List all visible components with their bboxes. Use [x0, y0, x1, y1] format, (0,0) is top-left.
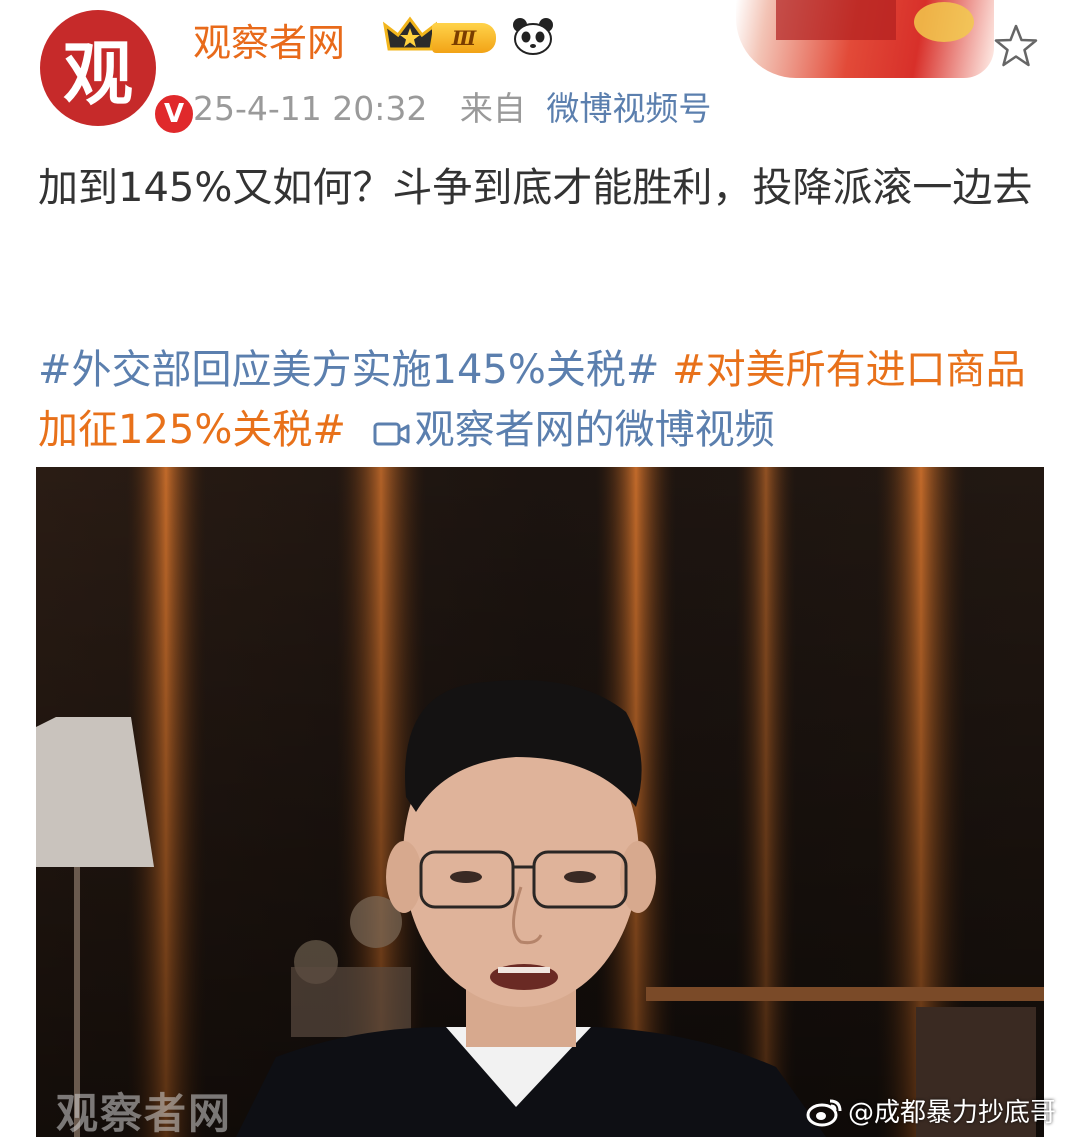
channel-watermark: 观察者网	[56, 1089, 233, 1138]
decorative-banner	[736, 0, 994, 78]
from-label: 来自	[459, 89, 526, 128]
video-player[interactable]	[36, 467, 1044, 1137]
hashtag-link[interactable]: #外交部回应美方实施145%关税#	[38, 347, 659, 393]
tag-block: #外交部回应美方实施145%关税# #对美所有进口商品加征125%关税# 观察者…	[38, 340, 1048, 460]
credit-text: @成都暴力抄底哥	[848, 1098, 1057, 1128]
video-frame	[36, 467, 1044, 1137]
video-camera-icon	[373, 422, 410, 446]
star-icon	[994, 24, 1038, 67]
timestamp: 25-4-11 20:32	[193, 89, 428, 128]
banner-emblem	[914, 2, 974, 42]
weibo-credit: @成都暴力抄底哥	[806, 1092, 1056, 1129]
video-link[interactable]: 观察者网的微博视频	[415, 407, 775, 453]
post-text: 加到145%又如何？斗争到底才能胜利，投降派滚一边去	[38, 165, 1033, 211]
banner-building	[776, 0, 896, 40]
panda-icon	[513, 18, 553, 55]
level-badge: Ⅲ	[432, 23, 496, 53]
avatar-logo: 观	[63, 32, 133, 115]
source-link[interactable]: 微博视频号	[546, 89, 711, 128]
author-name[interactable]: 观察者网	[193, 12, 345, 67]
verified-badge: V	[152, 92, 196, 136]
favorite-button[interactable]	[990, 20, 1042, 72]
weibo-logo-icon	[806, 1099, 842, 1126]
crown-icon	[383, 16, 437, 51]
avatar[interactable]: 观 V	[40, 10, 196, 136]
post-meta: 25-4-11 20:32 来自 微博视频号	[193, 82, 711, 130]
